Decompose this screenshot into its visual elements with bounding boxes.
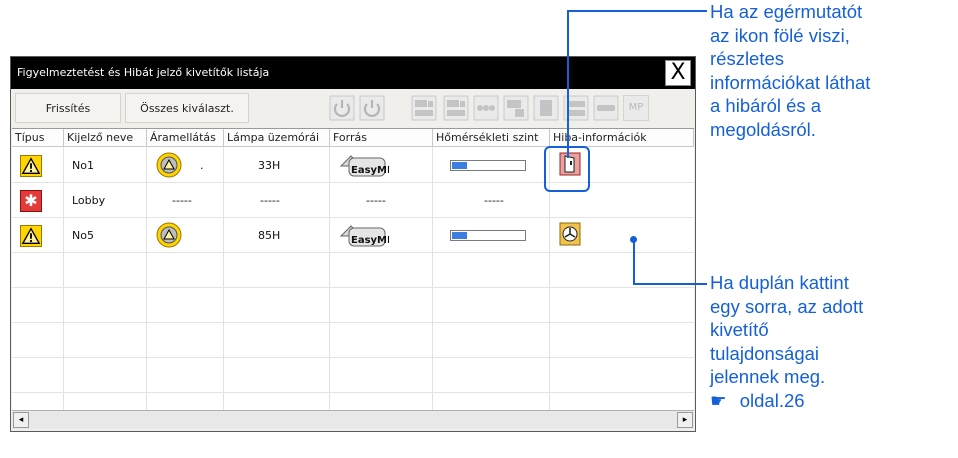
table-row[interactable]: No1 . 33H EasyMP xyxy=(12,148,694,183)
temperature-bar xyxy=(450,160,526,171)
video-source-icon[interactable] xyxy=(533,95,559,121)
lamp-hours-value: ----- xyxy=(260,194,280,207)
column-header-lamp-hours[interactable]: Lámpa üzemórái xyxy=(224,129,330,147)
scroll-right-button[interactable]: ▸ xyxy=(677,412,693,428)
projector-name: Lobby xyxy=(72,194,106,207)
window-titlebar: Figyelmeztetést és Hibát jelző kivetítők… xyxy=(11,57,695,89)
lamp-warning-icon xyxy=(156,222,182,248)
power-value: ----- xyxy=(172,194,192,207)
table-row[interactable]: No5 85H EasyMP xyxy=(12,218,694,253)
horizontal-scrollbar[interactable]: ◂ ▸ xyxy=(12,410,694,429)
table-row[interactable] xyxy=(12,358,694,393)
mp-source-button[interactable]: MP xyxy=(623,95,649,121)
temperature-bar xyxy=(450,230,526,241)
projector-table: Típus Kijelző neve Áramellátás Lámpa üze… xyxy=(12,128,694,411)
error-icon-highlight xyxy=(544,146,590,192)
callout-line-dblclick xyxy=(633,239,635,284)
projector-name: No1 xyxy=(72,159,94,172)
easymp-source-icon: EasyMP xyxy=(339,225,389,247)
power-value: . xyxy=(200,159,204,172)
window-title: Figyelmeztetést és Hibát jelző kivetítők… xyxy=(17,66,270,79)
lamp-hours-value: 85H xyxy=(258,229,281,242)
column-header-type[interactable]: Típus xyxy=(12,129,64,147)
lamp-warning-icon xyxy=(156,152,182,178)
svideo-source-icon[interactable] xyxy=(503,95,529,121)
column-header-name[interactable]: Kijelző neve xyxy=(64,129,147,147)
column-header-error-info[interactable]: Hiba-információk xyxy=(550,129,694,147)
error-info-fan-icon[interactable] xyxy=(559,222,581,246)
svg-text:EasyMP: EasyMP xyxy=(351,165,389,176)
warning-icon xyxy=(20,155,42,177)
hover-annotation: Ha az egérmutatót az ikon fölé viszi, ré… xyxy=(710,1,871,140)
warning-icon xyxy=(20,225,42,247)
refresh-button[interactable]: Frissítés xyxy=(15,93,121,123)
svg-text:EasyMP: EasyMP xyxy=(351,235,389,246)
table-row[interactable] xyxy=(12,253,694,288)
computer2-source-icon[interactable] xyxy=(443,95,469,121)
power-off-icon[interactable] xyxy=(359,95,385,121)
power-on-icon[interactable] xyxy=(329,95,355,121)
close-button[interactable]: X xyxy=(665,60,691,86)
column-header-temperature[interactable]: Hőmérsékleti szint xyxy=(433,129,550,147)
projector-list-window: Figyelmeztetést és Hibát jelző kivetítők… xyxy=(10,56,696,432)
scroll-left-button[interactable]: ◂ xyxy=(13,412,29,428)
bnc-source-icon[interactable] xyxy=(473,95,499,121)
table-row[interactable]: ✱ Lobby ----- ----- ----- ----- xyxy=(12,183,694,218)
temperature-fill xyxy=(452,232,467,239)
easymp-source-icon: EasyMP xyxy=(339,155,389,177)
table-row[interactable] xyxy=(12,323,694,358)
select-all-button[interactable]: Összes kiválaszt. xyxy=(125,93,249,123)
computer1-source-icon[interactable] xyxy=(411,95,437,121)
column-header-source[interactable]: Forrás xyxy=(330,129,433,147)
callout-line-hover-horizontal xyxy=(567,10,707,12)
page-reference[interactable]: ☛ oldal.26 xyxy=(710,389,863,413)
dblclick-annotation: Ha duplán kattint egy sorra, az adott ki… xyxy=(710,272,864,413)
projector-name: No5 xyxy=(72,229,94,242)
temperature-value: ----- xyxy=(484,194,504,207)
error-icon: ✱ xyxy=(20,190,42,212)
lamp-hours-value: 33H xyxy=(258,159,281,172)
component-source-icon[interactable] xyxy=(593,95,619,121)
temperature-fill xyxy=(452,162,467,169)
callout-line-dblclick-horizontal xyxy=(633,283,707,285)
pointing-hand-icon: ☛ xyxy=(710,389,727,411)
page-reference-link[interactable]: oldal.26 xyxy=(740,390,805,411)
source-value: ----- xyxy=(366,194,386,207)
toolbar: Frissítés Összes kiválaszt. MP xyxy=(11,89,695,127)
table-row[interactable] xyxy=(12,288,694,323)
column-header-power[interactable]: Áramellátás xyxy=(147,129,224,147)
callout-line-hover xyxy=(567,10,569,158)
